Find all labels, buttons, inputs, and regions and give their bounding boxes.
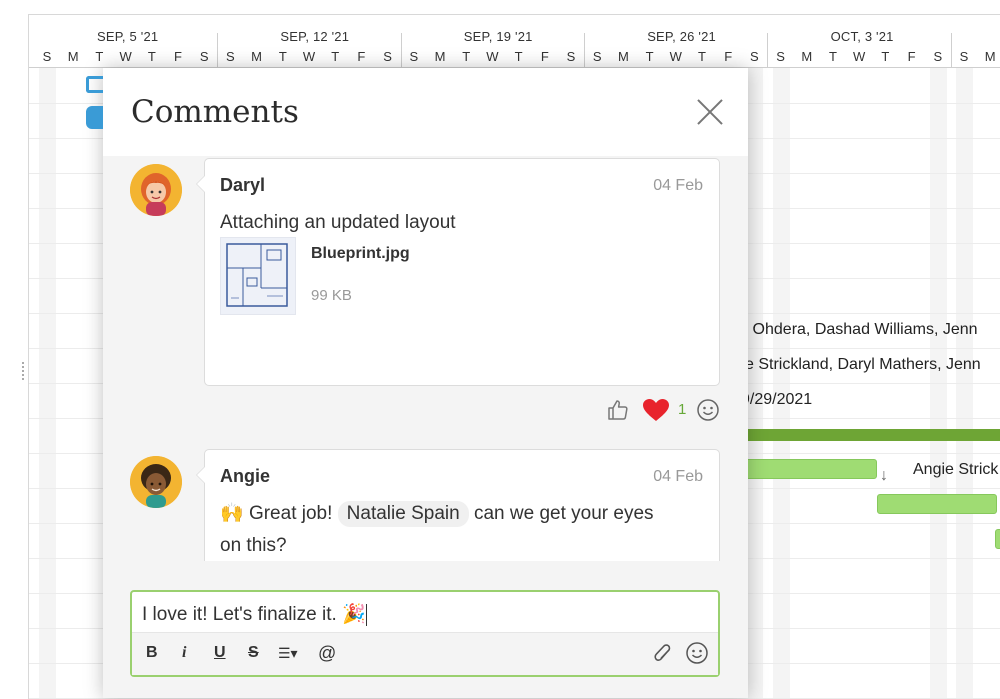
strikethrough-button[interactable]: S xyxy=(248,643,259,663)
thumbs-up-icon[interactable] xyxy=(606,398,630,422)
day-label: F xyxy=(540,49,549,64)
day-label: T xyxy=(462,49,471,64)
comment-date: 04 Feb xyxy=(653,177,703,194)
week-separator xyxy=(400,33,402,67)
raising-hands-emoji: 🙌 xyxy=(220,503,244,524)
day-label: S xyxy=(42,49,52,64)
gantt-date-cell: 9/29/2021 xyxy=(741,391,813,408)
day-label: T xyxy=(278,49,287,64)
day-label: M xyxy=(617,49,629,64)
underline-button[interactable]: U xyxy=(214,643,226,663)
day-label: S xyxy=(592,49,602,64)
comment-text: Attaching an updated layout xyxy=(220,212,456,233)
avatar xyxy=(130,456,182,508)
comment-text-part: on this? xyxy=(220,535,287,556)
comment-card: Daryl 04 Feb Attaching an updated layout… xyxy=(196,158,720,386)
day-label: T xyxy=(95,49,104,64)
comment-text-part: Great job! xyxy=(248,503,333,524)
avatar xyxy=(130,164,182,216)
party-popper-emoji: 🎉 xyxy=(342,604,366,625)
attachment-name[interactable]: Blueprint.jpg xyxy=(311,245,410,263)
day-label: M xyxy=(801,49,813,64)
attachment-size: 99 KB xyxy=(311,287,352,304)
day-label: S xyxy=(933,49,943,64)
day-label: M xyxy=(67,49,79,64)
day-label: S xyxy=(226,49,235,64)
week-label: SEP, 5 '21 xyxy=(97,29,159,44)
modal-title: Comments xyxy=(131,94,299,130)
day-label: W xyxy=(853,49,866,64)
week-label: OCT, 3 '21 xyxy=(830,29,894,44)
day-label: F xyxy=(907,49,916,64)
resize-handle[interactable] xyxy=(22,362,28,380)
gantt-task-bar[interactable] xyxy=(877,494,997,514)
day-label: S xyxy=(750,49,759,64)
week-separator xyxy=(767,33,769,67)
day-label: S xyxy=(566,49,576,64)
heart-icon[interactable] xyxy=(642,398,670,422)
day-label: S xyxy=(409,49,419,64)
day-label: T xyxy=(147,49,156,64)
comment-date: 04 Feb xyxy=(653,468,703,485)
gantt-task-bar[interactable] xyxy=(995,529,1000,549)
app-logo xyxy=(86,76,104,132)
week-label: SEP, 26 '21 xyxy=(647,29,716,44)
format-toolbar: B i U S ☰▾ @ xyxy=(132,632,718,675)
comment-composer[interactable]: I love it! Let's finalize it. 🎉 B i U S … xyxy=(130,590,720,677)
day-label: M xyxy=(984,49,996,64)
paperclip-icon[interactable] xyxy=(652,642,674,672)
week-label: SEP, 12 '21 xyxy=(280,29,350,44)
close-icon[interactable] xyxy=(696,98,724,126)
day-label: W xyxy=(119,49,132,64)
list-button[interactable]: ☰▾ xyxy=(278,643,298,663)
day-label: S xyxy=(776,49,785,64)
comment-author: Angie xyxy=(220,466,271,486)
week-separator xyxy=(584,33,585,67)
day-label: W xyxy=(669,49,682,64)
gantt-task-bar[interactable] xyxy=(729,459,877,479)
user-mention[interactable]: Natalie Spain xyxy=(337,501,469,527)
comment-author: Daryl xyxy=(220,175,266,195)
day-label: S xyxy=(199,49,209,64)
week-label: SEP, 19 '21 xyxy=(463,29,533,44)
italic-button[interactable]: i xyxy=(182,643,186,663)
day-label: T xyxy=(331,49,340,64)
day-label: T xyxy=(645,49,654,64)
dependency-arrow-icon: ↓ xyxy=(880,467,888,484)
mention-button[interactable]: @ xyxy=(318,643,336,663)
comment-input-text: I love it! Let's finalize it. xyxy=(142,604,337,625)
emoji-icon[interactable] xyxy=(685,641,709,671)
day-label: W xyxy=(486,49,499,64)
gantt-assignees-row: e Strickland, Daryl Mathers, Jenn xyxy=(745,356,981,373)
comment-card: Angie 04 Feb 🙌 Great job! Natalie Spain … xyxy=(196,449,720,562)
attachment-thumbnail[interactable] xyxy=(220,237,296,315)
day-label: T xyxy=(829,49,837,64)
week-separator xyxy=(950,33,952,67)
modal-header: Comments xyxy=(103,68,748,156)
bold-button[interactable]: B xyxy=(146,643,158,663)
gantt-timeline-header: SEP, 5 '21 SEP, 12 '21 SEP, 19 '21 SEP, 26 … xyxy=(29,15,1000,68)
day-label: S xyxy=(959,49,969,64)
comment-text-part: can we get your eyes xyxy=(473,503,654,524)
text-cursor xyxy=(365,603,367,626)
day-label: T xyxy=(881,49,890,64)
day-label: W xyxy=(302,49,316,64)
comment-input[interactable]: I love it! Let's finalize it. 🎉 xyxy=(142,600,702,630)
day-label: T xyxy=(698,49,706,64)
day-label: F xyxy=(174,49,182,64)
day-label: F xyxy=(357,49,366,64)
day-label: F xyxy=(724,49,733,64)
day-label: S xyxy=(383,49,392,64)
comments-modal: Comments Daryl 04 Feb Attaching an updat… xyxy=(103,68,748,698)
gantt-summary-bar[interactable] xyxy=(729,429,1000,441)
add-reaction-icon[interactable] xyxy=(696,398,720,422)
gantt-task-label: Angie Strick xyxy=(913,461,999,478)
day-label: T xyxy=(514,49,523,64)
heart-count: 1 xyxy=(678,401,687,418)
comment-text: 🙌 Great job! Natalie Spain can we get yo… xyxy=(220,498,700,562)
week-separator xyxy=(217,33,219,67)
gantt-assignees-row: ll Ohdera, Dashad Williams, Jenn xyxy=(741,321,978,338)
day-label: M xyxy=(251,49,263,64)
day-label: M xyxy=(434,49,446,64)
